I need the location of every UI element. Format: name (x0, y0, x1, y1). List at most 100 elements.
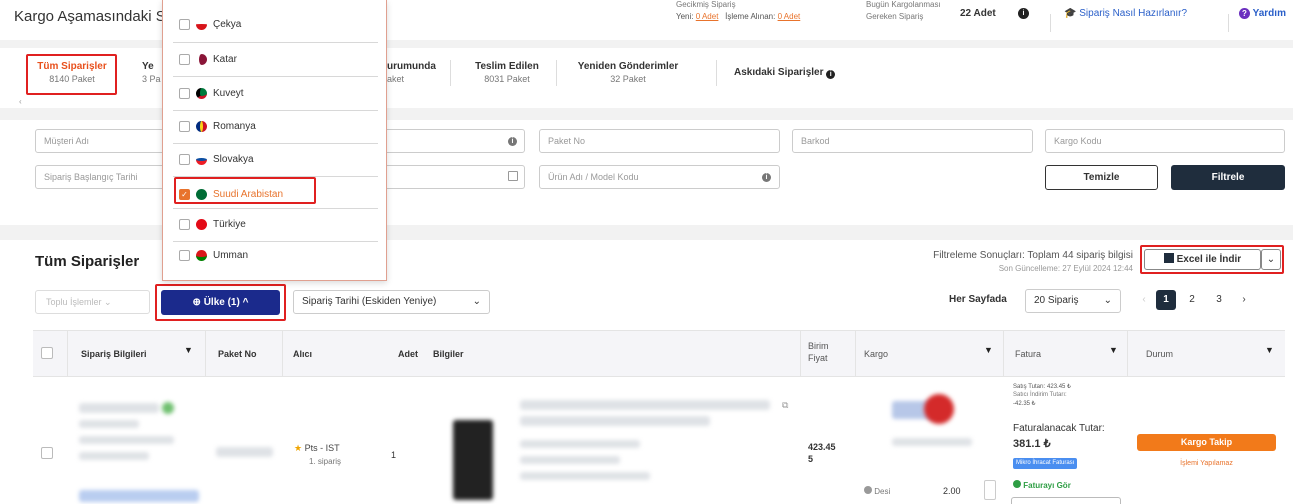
pager-page-1[interactable]: 1 (1156, 290, 1176, 310)
help-link[interactable]: 🎓 Sipariş Nasıl Hazırlanır? (1064, 8, 1187, 19)
turkey-flag-icon (196, 218, 207, 230)
bugun-label: Bugün Kargolanması (866, 0, 941, 9)
checkbox[interactable] (179, 218, 190, 230)
kuwait-flag-icon (196, 87, 207, 99)
satis-indirim: Satıcı İndirim Tutarı: (1013, 392, 1067, 398)
country-option-romanya[interactable]: Romanya (179, 118, 256, 134)
fatura-button[interactable] (1011, 497, 1121, 504)
copy-icon[interactable]: ⧉ (782, 400, 788, 411)
tab-separator (716, 60, 717, 86)
birim-fiyat-2: 5 (808, 454, 814, 464)
divider (173, 143, 378, 144)
blurred-badge (162, 402, 174, 414)
selected-country-highlight (174, 177, 316, 204)
col-durum: Durum (1146, 349, 1174, 359)
per-page-label: Her Sayfada (949, 294, 1007, 305)
chevron-left-icon[interactable]: ‹ (19, 97, 22, 106)
star-icon: ★ (294, 443, 303, 453)
filter-icon[interactable]: ▼ (1109, 346, 1118, 355)
tab-tum-siparisler[interactable]: Tüm Siparişler 8140 Paket (32, 61, 112, 85)
kargo-kodu-input[interactable]: Kargo Kodu (1045, 129, 1285, 153)
calendar-icon[interactable] (508, 171, 518, 181)
filtrele-button[interactable]: Filtrele (1171, 165, 1285, 190)
isleme-link[interactable]: 0 Adet (778, 12, 801, 21)
country-option-katar[interactable]: Katar (179, 51, 237, 67)
blurred-cargo-info (892, 438, 972, 446)
chevron-down-icon: ⌄ (472, 296, 481, 307)
romania-flag-icon (196, 120, 207, 132)
tab-kargo-durumunda[interactable]: urumunda aket (387, 61, 447, 85)
filter-icon[interactable]: ▼ (184, 346, 193, 355)
checkbox[interactable] (179, 87, 190, 99)
country-option-slovakya[interactable]: Slovakya (179, 151, 254, 167)
oman-flag-icon (196, 249, 207, 261)
country-option-umman[interactable]: Umman (179, 247, 248, 263)
tab-separator (556, 60, 557, 86)
tab-yeniden-gonderimler[interactable]: Yeniden Gönderimler 32 Paket (568, 61, 688, 85)
sort-select[interactable]: Sipariş Tarihi (Eskiden Yeniye) ⌄ (293, 290, 490, 314)
blurred-product-info (520, 440, 640, 448)
col-fiyat: Fiyat (808, 353, 828, 363)
excel-dropdown-caret[interactable]: ⌄ (1261, 249, 1281, 270)
urun-adi-input[interactable]: Ürün Adı / Model Kodu (539, 165, 780, 189)
info-icon: i (762, 173, 771, 182)
select-all-checkbox[interactable] (41, 347, 53, 359)
country-option-kuveyt[interactable]: Kuveyt (179, 85, 244, 101)
product-image (453, 420, 493, 500)
pager-page-2[interactable]: 2 (1182, 290, 1202, 310)
blurred-order-info (79, 436, 174, 444)
info-icon[interactable]: i (1018, 8, 1029, 19)
qatar-flag-icon (196, 53, 207, 65)
chevron-down-icon: ⌄ (1103, 295, 1112, 306)
barkod-input[interactable]: Barkod (792, 129, 1033, 153)
czech-flag-icon (196, 18, 207, 30)
pager-prev[interactable]: ‹ (1134, 290, 1154, 310)
slovakia-flag-icon (196, 153, 207, 165)
satis-tutari: Satış Tutarı: 423.45 ₺ (1013, 384, 1071, 390)
divider (173, 42, 378, 43)
blurred-paket-no (216, 447, 273, 457)
desi-stepper[interactable] (984, 480, 996, 500)
temizle-button[interactable]: Temizle (1045, 165, 1158, 190)
excel-download-button[interactable]: Excel ile İndir (1144, 249, 1261, 270)
blurred-order-info (79, 452, 149, 460)
adet-value: 1 (391, 450, 397, 460)
results-info: Filtreleme Sonuçları: Toplam 44 sipariş … (933, 250, 1133, 273)
checkbox[interactable] (179, 53, 190, 65)
per-page-select[interactable]: 20 Sipariş ⌄ (1025, 289, 1121, 313)
indirim-value: -42.35 ₺ (1013, 401, 1036, 407)
gereken-label: Gereken Sipariş (866, 12, 924, 21)
blurred-product-info (520, 400, 770, 410)
yeni-link[interactable]: 0 Adet (696, 12, 719, 21)
row-checkbox[interactable] (41, 447, 53, 459)
divider (173, 241, 378, 242)
checkbox[interactable] (179, 153, 190, 165)
info-icon (864, 486, 872, 494)
info-icon: i (826, 70, 836, 79)
paket-no-input[interactable]: Paket No (539, 129, 780, 153)
checkbox[interactable] (179, 120, 190, 132)
filter-icon[interactable]: ▼ (1265, 346, 1274, 355)
col-paket: Paket No (218, 349, 257, 359)
faturalanacak-value: 381.1 ₺ (1013, 438, 1051, 450)
birim-fiyat: 423.45 (808, 442, 836, 452)
blurred-product-info (520, 416, 710, 426)
toplu-islemler-select[interactable]: Toplu İşlemler ⌄ (35, 290, 150, 314)
ulke-button[interactable]: ⊕ Ülke (1) ^ (161, 290, 280, 315)
tab-askidaki-siparisler[interactable]: Askıdaki Siparişler i (734, 67, 844, 79)
country-option-turkiye[interactable]: Türkiye (179, 216, 246, 232)
tab-teslim-edilen[interactable]: Teslim Edilen 8031 Paket (462, 61, 552, 85)
yardim-link[interactable]: ? Yardım (1239, 8, 1286, 19)
col-bilgiler: Bilgiler (433, 349, 464, 359)
checkbox[interactable] (179, 18, 190, 30)
checkbox[interactable] (179, 249, 190, 261)
pager-next[interactable]: › (1234, 290, 1254, 310)
kargo-takip-button[interactable]: Kargo Takip (1137, 434, 1276, 451)
divider (173, 110, 378, 111)
pager-page-3[interactable]: 3 (1209, 290, 1229, 310)
country-option-cekya[interactable]: Çekya (179, 16, 241, 32)
filter-icon[interactable]: ▼ (984, 346, 993, 355)
col-kargo: Kargo (864, 349, 889, 359)
bugun-count: 22 Adet (960, 8, 996, 19)
faturayi-gor-link[interactable]: Faturayı Gör (1013, 480, 1071, 490)
